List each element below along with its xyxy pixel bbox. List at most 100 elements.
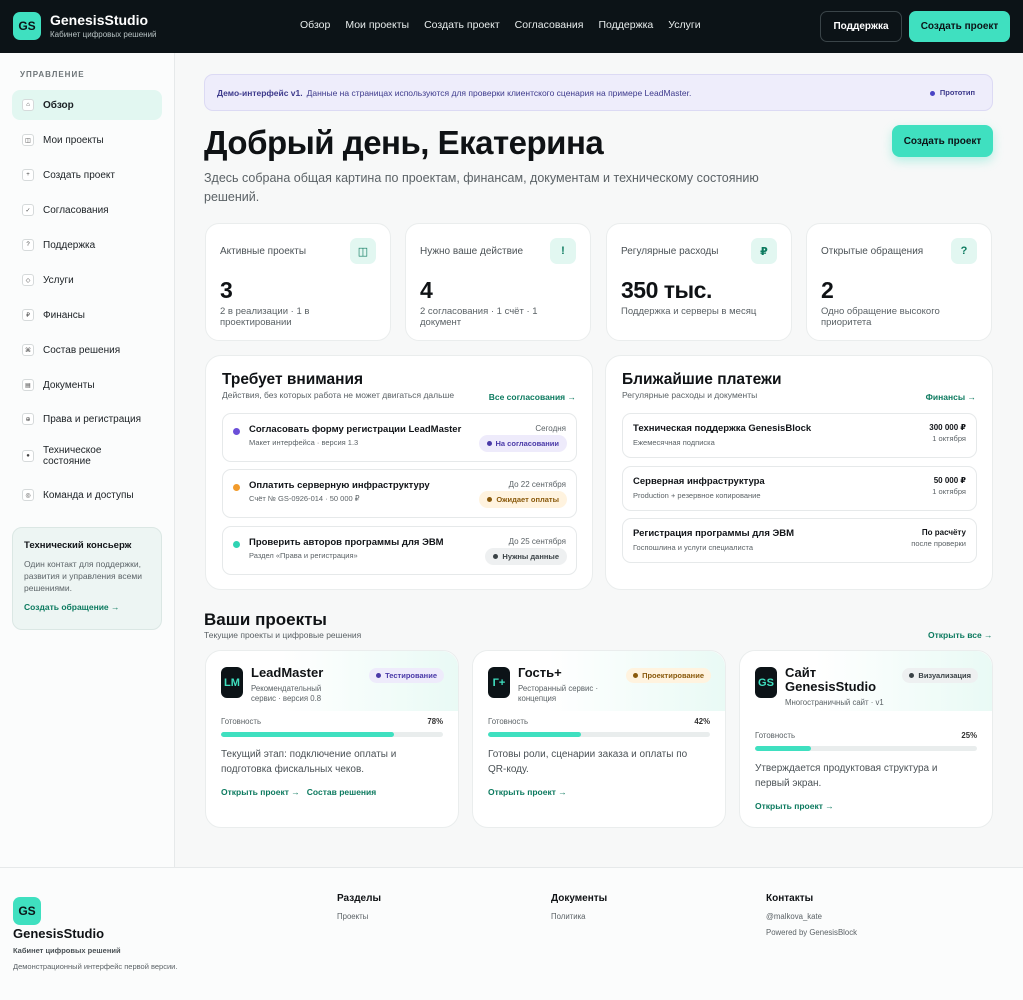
- progress-fill: [755, 746, 811, 751]
- payment-amount: 300 000 ₽: [929, 423, 966, 432]
- project-desc: Рекомендательный сервис · версия 0.8: [251, 684, 322, 703]
- attention-row[interactable]: Оплатить серверную инфраструктуру Счёт №…: [222, 469, 577, 518]
- sidebar-item-label: Создать проект: [43, 169, 115, 181]
- sidebar-item-overview[interactable]: ⌂ Обзор: [12, 90, 162, 120]
- project-desc: Ресторанный сервис · концепция: [518, 684, 599, 703]
- sidebar-item-team[interactable]: ◎ Команда и доступы: [12, 480, 162, 510]
- finance-link[interactable]: Финансы →: [926, 392, 976, 402]
- sidebar-item-label: Финансы: [43, 309, 85, 321]
- brand[interactable]: GS GenesisStudio Кабинет цифровых решени…: [13, 12, 157, 40]
- payment-date: после проверки: [911, 539, 966, 548]
- attention-panel: Требует внимания Действия, без которых р…: [205, 355, 593, 590]
- payment-sub: Госпошлина и услуги специалиста: [633, 543, 753, 552]
- nav-approvals[interactable]: Согласования: [515, 19, 584, 31]
- top-header: GS GenesisStudio Кабинет цифровых решени…: [0, 0, 1023, 53]
- attention-row-date: Сегодня: [535, 424, 566, 433]
- projects-icon: ◫: [350, 238, 376, 264]
- sidebar-item-rights[interactable]: ⊕ Права и регистрация: [12, 404, 162, 434]
- project-logo: GS: [755, 667, 777, 698]
- sidebar-item-my-projects[interactable]: ◫ Мои проекты: [12, 125, 162, 155]
- sidebar-item-services[interactable]: ◇ Услуги: [12, 265, 162, 295]
- sidebar-item-create-project[interactable]: + Создать проект: [12, 160, 162, 190]
- sidebar-item-support[interactable]: ? Поддержка: [12, 230, 162, 260]
- attention-row-title: Проверить авторов программы для ЭВМ: [249, 537, 444, 548]
- create-ticket-link[interactable]: Создать обращение →: [24, 602, 150, 612]
- status-dot: [233, 428, 240, 435]
- open-project-link[interactable]: Открыть проект →: [755, 801, 834, 811]
- command-icon: ⌘: [22, 344, 34, 356]
- footer-contact-link[interactable]: @malkova_kate: [766, 912, 822, 921]
- project-card-leadmaster[interactable]: LM LeadMaster Рекомендательный сервис · …: [205, 650, 459, 828]
- nav-my-projects[interactable]: Мои проекты: [345, 19, 409, 31]
- progress-bar: [488, 732, 710, 737]
- payment-row[interactable]: Техническая поддержка GenesisBlock Ежеме…: [622, 413, 977, 458]
- all-approvals-link[interactable]: Все согласования →: [489, 392, 576, 402]
- sidebar-item-approvals[interactable]: ✓ Согласования: [12, 195, 162, 225]
- footer-sections-title: Разделы: [337, 893, 381, 904]
- attention-row-date: До 22 сентября: [508, 480, 566, 489]
- progress-bar: [755, 746, 977, 751]
- page-subtitle: Здесь собрана общая картина по проектам,…: [204, 171, 759, 204]
- open-project-link[interactable]: Открыть проект →: [221, 787, 300, 797]
- footer-projects-link[interactable]: Проекты: [337, 912, 368, 921]
- ruble-icon: ₽: [22, 309, 34, 321]
- payment-title: Регистрация программы для ЭВМ: [633, 528, 795, 539]
- progress-fill: [488, 732, 582, 737]
- diamond-icon: ◇: [22, 274, 34, 286]
- sidebar-item-label: Документы: [43, 379, 95, 391]
- payment-row[interactable]: Серверная инфраструктура Production + ре…: [622, 466, 977, 511]
- footer-brand-sub: Кабинет цифровых решений: [13, 946, 121, 955]
- project-card-guest-plus[interactable]: Г+ Гость+ Ресторанный сервис · концепция…: [472, 650, 726, 828]
- payment-title: Техническая поддержка GenesisBlock: [633, 423, 812, 434]
- project-note: Готовы роли, сценарии заказа и оплаты по…: [488, 749, 688, 775]
- status-dot: [233, 541, 240, 548]
- team-icon: ◎: [22, 489, 34, 501]
- project-links: Открыть проект →: [488, 787, 567, 797]
- stat-card-open-tickets[interactable]: Открытые обращения ? 2 Одно обращение вы…: [806, 223, 992, 341]
- payment-amount: 50 000 ₽: [933, 476, 966, 485]
- nav-overview[interactable]: Обзор: [300, 19, 330, 31]
- attention-row-sub: Макет интерфейса · версия 1.3: [249, 438, 359, 447]
- attention-row[interactable]: Проверить авторов программы для ЭВМ Разд…: [222, 526, 577, 575]
- attention-title: Требует внимания: [222, 371, 364, 388]
- attention-row[interactable]: Согласовать форму регистрации LeadMaster…: [222, 413, 577, 462]
- project-logo: LM: [221, 667, 243, 698]
- nav-support[interactable]: Поддержка: [599, 19, 654, 31]
- footer-policy-link[interactable]: Политика: [551, 912, 586, 921]
- payment-row[interactable]: Регистрация программы для ЭВМ Госпошлина…: [622, 518, 977, 563]
- sidebar-item-tech-status[interactable]: ● Техническое состояние: [12, 439, 162, 473]
- footer-logo: GS: [13, 897, 41, 925]
- payment-sub: Ежемесячная подписка: [633, 438, 715, 447]
- sidebar: УПРАВЛЕНИЕ ⌂ Обзор ◫ Мои проекты + Созда…: [0, 53, 175, 867]
- solution-link[interactable]: Состав решения: [307, 787, 376, 797]
- payment-sub: Production + резервное копирование: [633, 491, 761, 500]
- stat-card-recurring-costs[interactable]: Регулярные расходы ₽ 350 тыс. Поддержка …: [606, 223, 792, 341]
- sidebar-item-solution[interactable]: ⌘ Состав решения: [12, 335, 162, 365]
- stat-card-active-projects[interactable]: Активные проекты ◫ 3 2 в реализации · 1 …: [205, 223, 391, 341]
- nav-create-project[interactable]: Создать проект: [424, 19, 500, 31]
- readiness-percent: 42%: [694, 717, 710, 726]
- nav-services[interactable]: Услуги: [668, 19, 700, 31]
- footer-brand-name: GenesisStudio: [13, 926, 105, 941]
- footer-powered-by[interactable]: Powered by GenesisBlock: [766, 928, 857, 937]
- ruble-icon: ₽: [751, 238, 777, 264]
- status-icon: ●: [22, 450, 34, 462]
- concierge-card: Технический консьерж Один контакт для по…: [12, 527, 162, 630]
- open-project-link[interactable]: Открыть проект →: [488, 787, 567, 797]
- attention-subtitle: Действия, без которых работа не может дв…: [222, 390, 455, 400]
- open-all-link[interactable]: Открыть все →: [928, 630, 993, 640]
- project-note: Текущий этап: подключение оплаты и подго…: [221, 749, 397, 775]
- project-card-genesis-site[interactable]: GS Сайт GenesisStudio Многостраничный са…: [739, 650, 993, 828]
- support-button[interactable]: Поддержка: [820, 11, 902, 42]
- stat-value: 350 тыс.: [621, 277, 712, 303]
- stat-card-action-needed[interactable]: Нужно ваше действие ! 4 2 согласования ·…: [405, 223, 591, 341]
- readiness-percent: 78%: [427, 717, 443, 726]
- create-project-cta[interactable]: Создать проект: [892, 125, 993, 157]
- sidebar-item-finance[interactable]: ₽ Финансы: [12, 300, 162, 330]
- stat-desc: Поддержка и серверы в месяц: [621, 306, 757, 317]
- create-project-button[interactable]: Создать проект: [909, 11, 1010, 42]
- home-icon: ⌂: [22, 99, 34, 111]
- payment-date: 1 октября: [932, 487, 966, 496]
- sidebar-item-label: Мои проекты: [43, 134, 104, 146]
- sidebar-item-documents[interactable]: ▤ Документы: [12, 370, 162, 400]
